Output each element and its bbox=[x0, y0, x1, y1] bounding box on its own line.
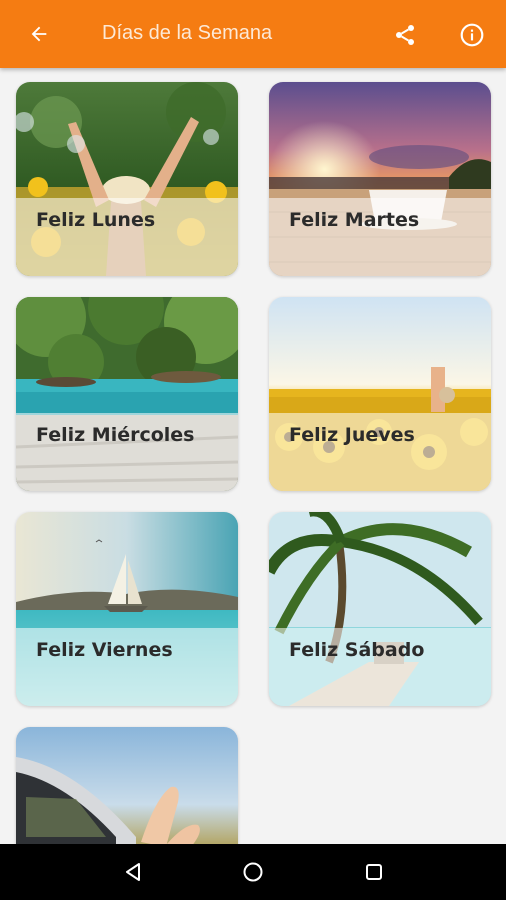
card-label: Feliz Lunes bbox=[36, 209, 156, 231]
card-domingo[interactable] bbox=[16, 727, 238, 844]
card-sabado[interactable]: Feliz Sábado bbox=[269, 512, 491, 706]
system-nav-bar bbox=[0, 844, 506, 900]
back-button[interactable] bbox=[24, 19, 54, 49]
card-label: Feliz Martes bbox=[289, 209, 420, 231]
card-label: Feliz Viernes bbox=[36, 639, 173, 661]
car-window-feet-photo bbox=[16, 727, 238, 844]
nav-home-button[interactable] bbox=[239, 858, 267, 886]
nav-back-button[interactable] bbox=[119, 858, 147, 886]
nav-recents-button[interactable] bbox=[360, 858, 388, 886]
card-viernes[interactable]: Feliz Viernes bbox=[16, 512, 238, 706]
share-icon bbox=[396, 25, 414, 45]
card-label: Feliz Miércoles bbox=[36, 424, 195, 446]
info-button[interactable] bbox=[457, 20, 487, 50]
share-button[interactable] bbox=[390, 20, 420, 50]
home-circle-icon bbox=[243, 862, 263, 882]
info-icon bbox=[460, 23, 484, 47]
days-grid: Feliz Lunes Feliz Martes Feliz Miércoles… bbox=[0, 68, 506, 844]
card-miercoles[interactable]: Feliz Miércoles bbox=[16, 297, 238, 491]
card-label: Feliz Jueves bbox=[289, 424, 415, 446]
card-label: Feliz Sábado bbox=[289, 639, 425, 661]
arrow-back-icon bbox=[31, 26, 47, 42]
page-title: Días de la Semana bbox=[102, 22, 273, 44]
app-bar: Días de la Semana bbox=[0, 0, 506, 68]
back-triangle-icon bbox=[126, 863, 140, 881]
recents-square-icon bbox=[366, 864, 382, 880]
card-jueves[interactable]: Feliz Jueves bbox=[269, 297, 491, 491]
card-martes[interactable]: Feliz Martes bbox=[269, 82, 491, 276]
card-lunes[interactable]: Feliz Lunes bbox=[16, 82, 238, 276]
